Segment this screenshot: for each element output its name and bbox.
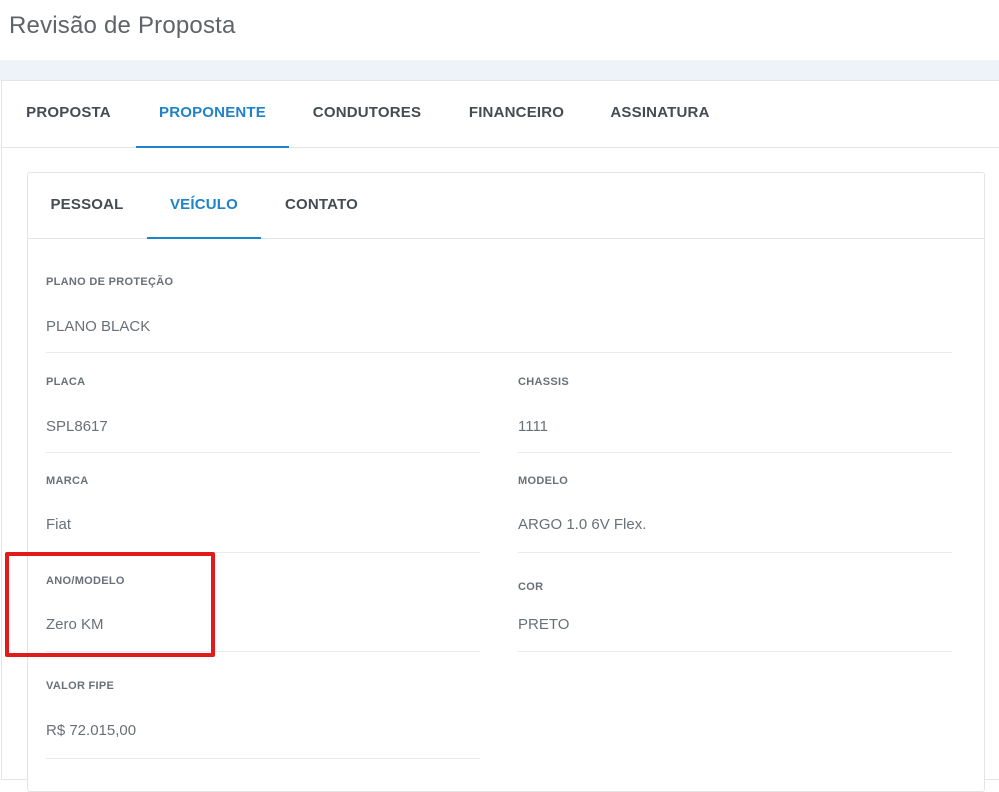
proponente-card: PESSOAL VEÍCULO CONTATO PLANO DE PROTEÇÃ…	[27, 172, 985, 792]
field-plano-protecao: PLANO DE PROTEÇÃO PLANO BLACK	[46, 271, 952, 353]
field-label: MODELO	[518, 475, 569, 487]
proposal-tabs: PROPOSTA PROPONENTE CONDUTORES FINANCEIR…	[2, 81, 999, 148]
tab-condutores[interactable]: CONDUTORES	[292, 81, 442, 148]
tab-assinatura[interactable]: ASSINATURA	[590, 81, 730, 148]
proponente-tabs: PESSOAL VEÍCULO CONTATO	[28, 173, 984, 239]
field-label: PLACA	[46, 376, 86, 388]
field-label: ANO/MODELO	[46, 575, 125, 587]
field-value: PLANO BLACK	[46, 318, 151, 335]
page-title: Revisão de Proposta	[9, 12, 236, 39]
field-marca: MARCA Fiat	[46, 470, 480, 553]
field-label: COR	[518, 581, 544, 593]
tab-proposta[interactable]: PROPOSTA	[2, 81, 135, 148]
field-placa: PLACA SPL8617	[46, 371, 480, 453]
tab-financeiro[interactable]: FINANCEIRO	[445, 81, 588, 148]
tab-pessoal[interactable]: PESSOAL	[28, 173, 146, 239]
field-value: PRETO	[518, 616, 570, 633]
field-value: Zero KM	[46, 616, 104, 633]
field-value: Fiat	[46, 516, 72, 533]
field-modelo: MODELO ARGO 1.0 6V Flex.	[518, 470, 952, 553]
field-label: VALOR FIPE	[46, 680, 115, 692]
field-value: 1111	[518, 418, 549, 435]
field-label: CHASSIS	[518, 376, 569, 388]
field-value: SPL8617	[46, 418, 108, 435]
field-chassis: CHASSIS 1111	[518, 371, 952, 453]
tab-veiculo[interactable]: VEÍCULO	[147, 173, 261, 239]
field-value: ARGO 1.0 6V Flex.	[518, 516, 647, 533]
field-value: R$ 72.015,00	[46, 722, 137, 739]
tab-contato[interactable]: CONTATO	[264, 173, 379, 239]
field-ano-modelo: ANO/MODELO Zero KM	[46, 570, 480, 652]
proposal-card: PROPOSTA PROPONENTE CONDUTORES FINANCEIR…	[1, 80, 999, 792]
field-cor: COR PRETO	[518, 570, 952, 652]
field-label: PLANO DE PROTEÇÃO	[46, 276, 174, 288]
field-valor-fipe: VALOR FIPE R$ 72.015,00	[46, 675, 480, 759]
field-label: MARCA	[46, 475, 89, 487]
header-band	[0, 60, 999, 80]
page-header: Revisão de Proposta	[0, 0, 999, 60]
tab-proponente[interactable]: PROPONENTE	[136, 81, 289, 148]
